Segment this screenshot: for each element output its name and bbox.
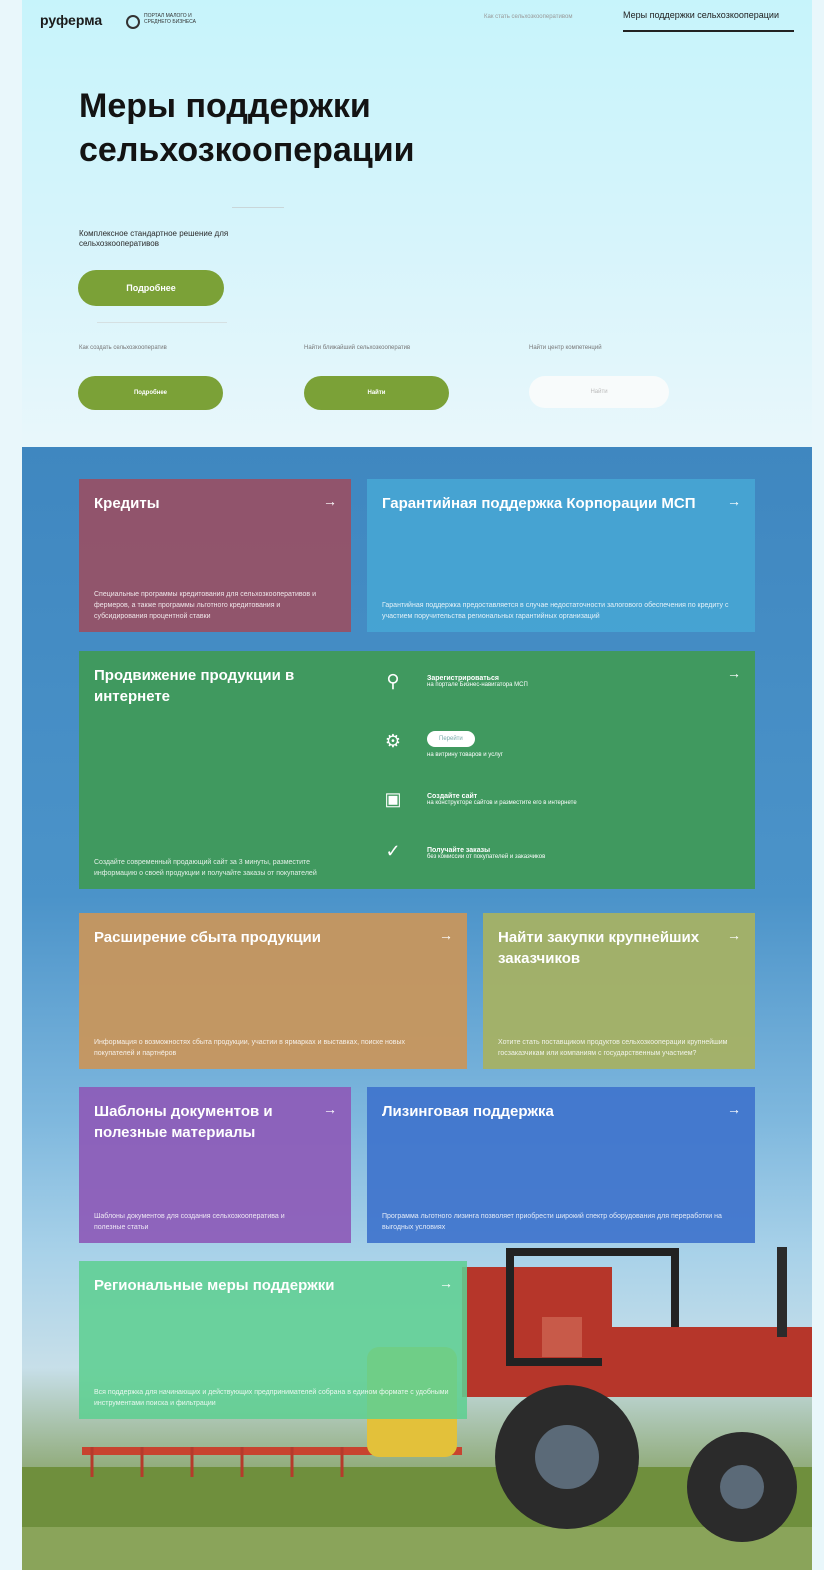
more-button[interactable]: Подробнее (78, 270, 224, 306)
arrow-right-icon: → (323, 1101, 337, 1117)
card-credits-title: Кредиты (94, 495, 160, 512)
card-leasing-title: Лизинговая поддержка (382, 1103, 554, 1120)
divider (97, 322, 227, 323)
arrow-right-icon: → (439, 927, 453, 943)
link-find-competence-center[interactable]: Найти центр компетенций (529, 345, 602, 351)
arrow-right-icon: → (323, 493, 337, 509)
hero-subtitle: Комплексное стандартное решение для сель… (79, 229, 229, 248)
service-register-title: Зарегистрироваться (427, 675, 499, 682)
support-measures-section: Кредиты → Специальные программы кредитов… (22, 447, 812, 1570)
go-button[interactable]: Перейти (427, 731, 475, 747)
arrow-right-icon: → (727, 665, 741, 681)
divider (232, 207, 284, 208)
create-more-button[interactable]: Подробнее (78, 376, 223, 410)
card-guarantee-desc: Гарантийная поддержка предоставляется в … (382, 602, 729, 620)
card-sales[interactable]: Расширение сбыта продукции → Информация … (79, 913, 467, 1069)
find-cooperative-button[interactable]: Найти (304, 376, 449, 410)
title-line-1: Меры поддержки (79, 87, 371, 125)
search-icon: ⚙ (384, 731, 402, 751)
header: руферма ПОРТАЛ МАЛОГО И СРЕДНЕГО БИЗНЕСА… (22, 0, 812, 40)
service-register[interactable]: Зарегистрироваться на портале Бизнес-нав… (427, 675, 528, 688)
service-create-site-title: Создайте сайт (427, 793, 478, 800)
card-leasing-desc: Программа льготного лизинга позволяет пр… (382, 1213, 722, 1231)
arrow-right-icon: → (727, 927, 741, 943)
website-icon: ▣ (384, 789, 402, 809)
service-create-site[interactable]: Создайте сайт на конструкторе сайтов и р… (427, 793, 577, 806)
service-showcase: Перейти на витрину товаров и услуг (427, 731, 503, 758)
card-regional[interactable]: Региональные меры поддержки → Вся поддер… (79, 1261, 467, 1419)
ruferma-logo[interactable]: руферма (40, 12, 102, 28)
card-templates[interactable]: Шаблоны документов и полезные материалы … (79, 1087, 351, 1243)
page-title: Меры поддержки сельхозкооперации (79, 84, 539, 172)
link-create-cooperative[interactable]: Как создать сельхозкооператив (79, 345, 167, 351)
nav-link-become-cooperative[interactable]: Как стать сельхозкооперативом (484, 14, 572, 20)
card-credits-desc: Специальные программы кредитования для с… (94, 591, 316, 620)
card-purchases-title: Найти закупки крупнейших заказчиков (498, 929, 700, 967)
card-promotion-title: Продвижение продукции в интернете (94, 667, 295, 705)
service-showcase-text: на витрину товаров и услуг (427, 752, 503, 758)
service-create-site-text: на конструкторе сайтов и разместите его … (427, 800, 577, 806)
card-templates-desc: Шаблоны документов для создания сельхозк… (94, 1213, 285, 1231)
card-regional-title: Региональные меры поддержки (94, 1277, 335, 1294)
card-guarantee-title: Гарантийная поддержка Корпорации МСП (382, 495, 696, 512)
service-register-text: на портале Бизнес-навигатора МСП (427, 682, 528, 688)
page: руферма ПОРТАЛ МАЛОГО И СРЕДНЕГО БИЗНЕСА… (22, 0, 812, 1570)
portal-logo-text[interactable]: ПОРТАЛ МАЛОГО И СРЕДНЕГО БИЗНЕСА (144, 13, 214, 25)
arrow-right-icon: → (727, 1101, 741, 1117)
arrow-right-icon: → (439, 1275, 453, 1291)
card-sales-title: Расширение сбыта продукции (94, 929, 321, 946)
card-leasing[interactable]: Лизинговая поддержка → Программа льготно… (367, 1087, 755, 1243)
card-promotion[interactable]: Продвижение продукции в интернете → Созд… (79, 651, 755, 889)
card-credits[interactable]: Кредиты → Специальные программы кредитов… (79, 479, 351, 632)
card-templates-title: Шаблоны документов и полезные материалы (94, 1103, 273, 1141)
portal-logo-icon[interactable] (126, 15, 140, 29)
card-regional-desc: Вся поддержка для начинающих и действующ… (94, 1389, 449, 1407)
service-orders-title: Получайте заказы (427, 847, 491, 854)
checkmark-icon: ✓ (385, 841, 401, 861)
card-purchases[interactable]: Найти закупки крупнейших заказчиков → Хо… (483, 913, 755, 1069)
arrow-right-icon: → (727, 493, 741, 509)
link-find-cooperative[interactable]: Найти ближайший сельхозкооператив (304, 345, 410, 351)
user-location-icon: ⚲ (386, 671, 400, 691)
card-sales-desc: Информация о возможностях сбыта продукци… (94, 1039, 406, 1057)
service-orders[interactable]: Получайте заказы без комиссии от покупат… (427, 847, 545, 860)
service-orders-text: без комиссии от покупателей и заказчиков (427, 854, 546, 860)
nav-link-support-measures[interactable]: Меры поддержки сельхозкооперации (623, 10, 794, 32)
card-promotion-desc: Создайте современный продающий сайт за 3… (94, 859, 317, 877)
find-center-button[interactable]: Найти (529, 376, 669, 408)
card-guarantee[interactable]: Гарантийная поддержка Корпорации МСП → Г… (367, 479, 755, 632)
title-line-2: сельхозкооперации (79, 131, 415, 169)
card-purchases-desc: Хотите стать поставщиком продуктов сельх… (498, 1039, 728, 1057)
